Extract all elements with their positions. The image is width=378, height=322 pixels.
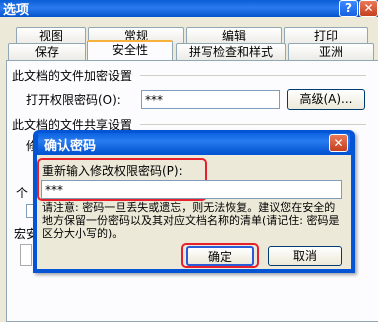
tab-security[interactable]: 安全性 xyxy=(87,40,173,60)
tab-print[interactable]: 打印 xyxy=(284,27,368,44)
tab-view[interactable]: 视图 xyxy=(16,27,86,44)
open-password-label: 打开权限密码(O): xyxy=(26,93,121,107)
help-icon[interactable]: ? xyxy=(339,0,358,17)
confirm-password-prompt: 重新输入修改权限密码(P): xyxy=(42,164,183,178)
partial-row-label: 个 xyxy=(16,186,29,200)
options-window-titlebar: 选项 xyxy=(0,0,378,18)
open-password-input[interactable]: *** xyxy=(141,90,280,109)
confirm-password-input[interactable]: *** xyxy=(41,180,342,199)
tab-spelling-style[interactable]: 拼写检查和样式 xyxy=(176,43,286,60)
cancel-button[interactable]: 取消 xyxy=(268,246,342,266)
advanced-button[interactable]: 高级(A)... xyxy=(287,89,365,110)
confirm-dialog-title: 确认密码 xyxy=(44,139,97,154)
confirm-dialog-close-icon[interactable]: ✕ xyxy=(329,134,348,152)
tab-save[interactable]: 保存 xyxy=(8,43,86,60)
encrypt-group-divider xyxy=(140,75,366,76)
password-warning-note: 请注意: 密码一旦丢失或遗忘，则无法恢复。建议您在安全的地方保留一份密码以及其对… xyxy=(42,201,340,240)
confirm-dialog-titlebar: 确认密码 xyxy=(38,133,350,154)
options-window-title: 选项 xyxy=(3,3,30,18)
tab-asian[interactable]: 亚洲 xyxy=(288,43,374,60)
share-group-divider xyxy=(140,124,366,125)
encrypt-group-title: 此文档的文件加密设置 xyxy=(12,69,133,83)
partial-button[interactable] xyxy=(20,244,32,266)
tab-edit[interactable]: 编辑 xyxy=(186,27,282,44)
ok-button[interactable]: 确定 xyxy=(186,246,254,266)
close-icon[interactable]: ✕ xyxy=(359,0,378,17)
